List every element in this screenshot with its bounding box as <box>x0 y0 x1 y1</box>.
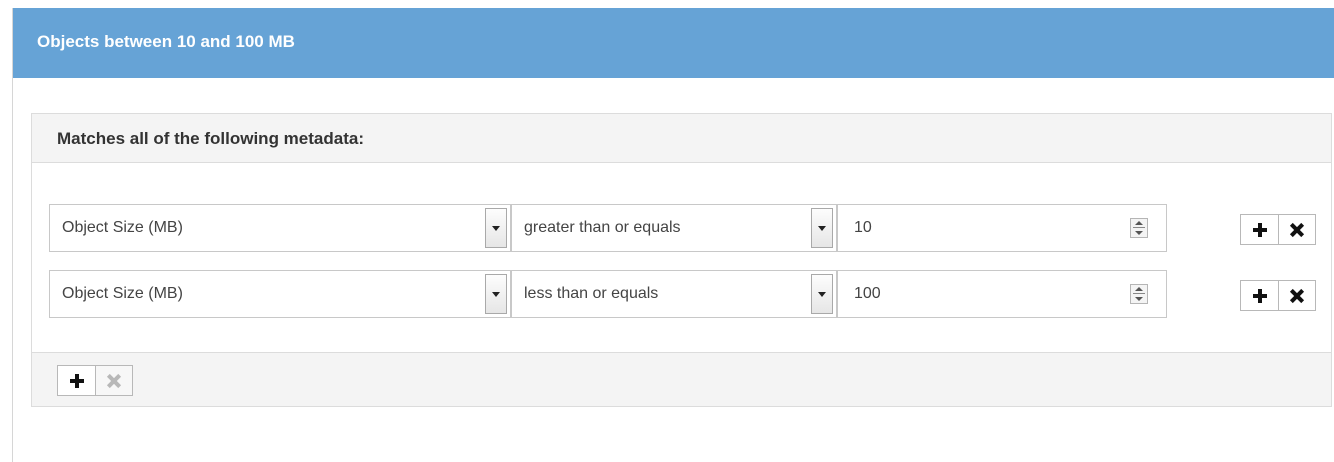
plus-icon <box>1252 222 1267 237</box>
group-action-buttons <box>57 365 133 396</box>
x-icon <box>107 374 121 388</box>
value-input-value: 10 <box>854 219 872 236</box>
field-select-value: Object Size (MB) <box>62 219 183 236</box>
chevron-down-icon[interactable] <box>811 208 833 248</box>
group-header: Matches all of the following metadata: <box>32 114 1331 163</box>
chevron-down-icon[interactable] <box>485 274 507 314</box>
x-icon <box>1290 223 1304 237</box>
panel-header: Objects between 10 and 100 MB <box>13 8 1334 78</box>
remove-condition-button[interactable] <box>1278 281 1315 310</box>
field-select[interactable]: Object Size (MB) <box>49 204 511 252</box>
row-action-buttons <box>1240 280 1316 311</box>
group-title: Matches all of the following metadata: <box>57 129 364 148</box>
add-condition-button[interactable] <box>1241 281 1278 310</box>
group-footer <box>32 352 1331 406</box>
operator-select[interactable]: greater than or equals <box>511 204 837 252</box>
add-condition-button[interactable] <box>1241 215 1278 244</box>
value-input[interactable]: 10 <box>837 204 1167 252</box>
panel-title: Objects between 10 and 100 MB <box>37 32 295 51</box>
chevron-down-icon[interactable] <box>485 208 507 248</box>
condition-row: Object Size (MB) greater than or equals … <box>49 204 1316 252</box>
value-input-value: 100 <box>854 285 881 302</box>
operator-select-value: greater than or equals <box>524 219 681 236</box>
operator-select[interactable]: less than or equals <box>511 270 837 318</box>
chevron-down-icon[interactable] <box>811 274 833 314</box>
operator-select-value: less than or equals <box>524 285 659 302</box>
value-input[interactable]: 100 <box>837 270 1167 318</box>
spinner-icon[interactable] <box>1130 218 1148 238</box>
x-icon <box>1290 289 1304 303</box>
remove-condition-button[interactable] <box>1278 215 1315 244</box>
page: Objects between 10 and 100 MB Matches al… <box>0 0 1334 462</box>
remove-group-button <box>95 366 132 395</box>
row-action-buttons <box>1240 214 1316 245</box>
metadata-group: Matches all of the following metadata: O… <box>31 113 1332 407</box>
plus-icon <box>69 373 84 388</box>
rule-panel: Objects between 10 and 100 MB Matches al… <box>12 8 1334 462</box>
add-group-button[interactable] <box>58 366 95 395</box>
spinner-icon[interactable] <box>1130 284 1148 304</box>
field-select-value: Object Size (MB) <box>62 285 183 302</box>
plus-icon <box>1252 288 1267 303</box>
field-select[interactable]: Object Size (MB) <box>49 270 511 318</box>
condition-row: Object Size (MB) less than or equals 100 <box>49 270 1316 318</box>
